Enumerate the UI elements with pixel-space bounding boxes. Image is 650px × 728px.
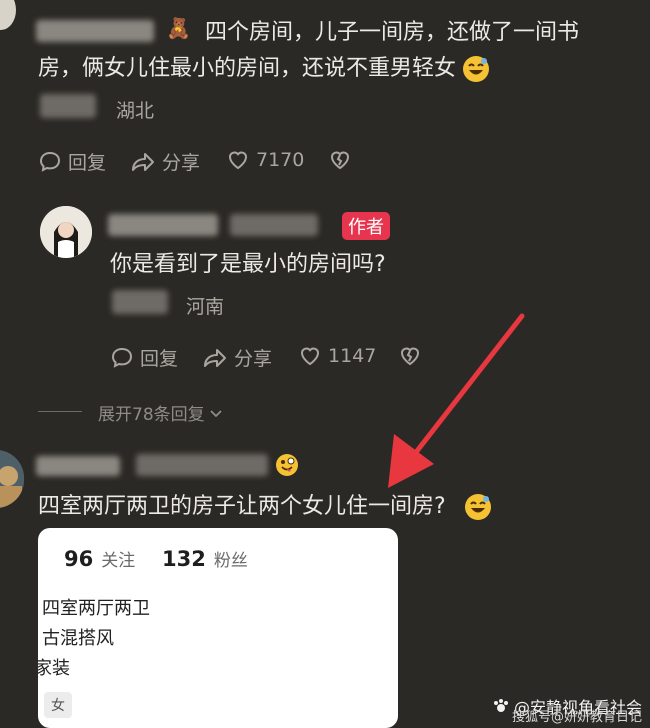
chat-bubble-icon bbox=[111, 347, 133, 368]
heart-icon bbox=[228, 151, 248, 170]
username-blurred[interactable] bbox=[36, 20, 154, 42]
comment-text: 四个房间，儿子一间房，还做了一间书 bbox=[205, 20, 580, 45]
reply-button[interactable]: 回复 bbox=[110, 344, 178, 371]
bio-line: 古混搭风 bbox=[42, 628, 114, 649]
expand-divider-line bbox=[38, 411, 82, 412]
profile-card[interactable]: 96 关注 132 粉丝 四室两厅两卫 古混搭风 家装 女 bbox=[38, 528, 398, 728]
watermark-subtext: 搜狐号@妍妍教育日记 bbox=[511, 710, 642, 725]
reply-text: 你是看到了是最小的房间吗? bbox=[110, 252, 386, 277]
teddy-bear-icon: 🧸 bbox=[166, 16, 191, 40]
annotation-arrow bbox=[388, 313, 525, 488]
reply-button[interactable]: 回复 bbox=[38, 148, 106, 175]
heart-icon bbox=[300, 347, 320, 366]
following-count: 96 bbox=[64, 547, 94, 571]
paw-logo-icon bbox=[493, 699, 508, 712]
expand-replies-button[interactable]: 展开78条回复 bbox=[98, 400, 224, 425]
share-button[interactable]: 分享 bbox=[130, 148, 200, 175]
like-button[interactable]: 7170 bbox=[226, 148, 304, 172]
followers-stat[interactable]: 132 粉丝 bbox=[162, 546, 248, 571]
share-arrow-icon bbox=[204, 348, 226, 367]
chat-bubble-icon bbox=[39, 151, 61, 172]
following-stat[interactable]: 96 关注 bbox=[64, 546, 135, 571]
location-label: 河南 bbox=[186, 296, 225, 318]
dislike-button[interactable] bbox=[328, 148, 352, 176]
location-label: 湖北 bbox=[116, 100, 155, 122]
bio-line: 家装 bbox=[38, 658, 70, 679]
commenter-avatar-partial[interactable] bbox=[0, 450, 24, 508]
following-label: 关注 bbox=[101, 551, 136, 571]
username-blurred-2 bbox=[136, 454, 268, 476]
avatar-partial-top[interactable] bbox=[0, 0, 16, 30]
like-button[interactable]: 1147 bbox=[298, 344, 376, 368]
followers-count: 132 bbox=[162, 547, 206, 571]
chevron-down-icon bbox=[210, 409, 222, 417]
share-arrow-icon bbox=[132, 152, 154, 171]
laughing-sweat-emoji-icon bbox=[463, 56, 490, 82]
username-blurred[interactable] bbox=[36, 456, 120, 476]
location-prefix-blurred bbox=[112, 290, 168, 314]
share-button[interactable]: 分享 bbox=[202, 344, 272, 371]
comment-text-continued: 房，俩女儿住最小的房间，还说不重男轻女 bbox=[38, 50, 490, 88]
author-avatar[interactable] bbox=[40, 206, 92, 258]
followers-label: 粉丝 bbox=[213, 551, 248, 571]
broken-heart-icon bbox=[330, 151, 350, 170]
location-prefix-blurred bbox=[40, 94, 96, 118]
author-name-blurred[interactable] bbox=[108, 214, 218, 236]
author-badge: 作者 bbox=[342, 212, 390, 240]
zany-face-emoji-icon bbox=[276, 454, 298, 476]
author-name-blurred-2 bbox=[230, 214, 318, 236]
bio-line: 四室两厅两卫 bbox=[42, 598, 150, 619]
gender-tag: 女 bbox=[44, 692, 72, 718]
